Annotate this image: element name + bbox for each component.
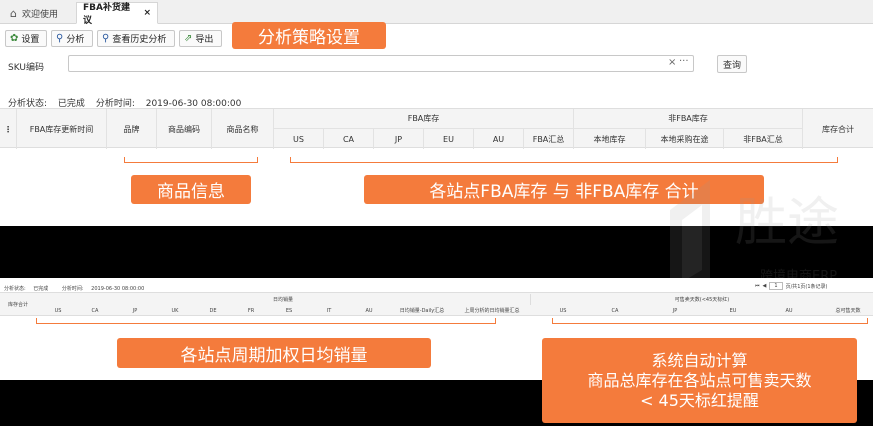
col-local-in-transit[interactable]: 本地采购在途 <box>646 129 724 149</box>
col-days-jp[interactable]: JP <box>660 305 690 316</box>
col-daily-total[interactable]: 日均销量-Daily汇总 <box>386 305 458 316</box>
query-button[interactable]: 查询 <box>717 55 747 73</box>
col-daily-jp[interactable]: JP <box>120 305 150 316</box>
col-daily-uk[interactable]: UK <box>160 305 190 316</box>
tab-bar: ⌂ 欢迎使用 FBA补货建议 × <box>0 0 873 26</box>
pager-text: 页/共1页(1条记录) <box>785 283 828 290</box>
more-icon[interactable]: ··· <box>679 56 689 67</box>
close-icon[interactable]: × <box>143 8 151 18</box>
sku-label: SKU编码 <box>8 63 44 73</box>
analyze-label: 分析 <box>66 35 85 45</box>
tab-home-label: 欢迎使用 <box>21 9 58 20</box>
history-button[interactable]: ⚲ 查看历史分析 <box>97 30 175 47</box>
tab-home[interactable]: ⌂ 欢迎使用 <box>4 2 74 24</box>
col-daily-us[interactable]: US <box>36 305 80 316</box>
pager: ⏮ ◀ 1 页/共1页(1条记录) <box>755 282 828 290</box>
export-icon: ⇗ <box>184 33 193 44</box>
search-icon: ⚲ <box>56 33 64 44</box>
history-label: 查看历史分析 <box>112 35 167 45</box>
col-days-us[interactable]: US <box>548 305 578 316</box>
tab-active-label: FBA补货建议 <box>83 3 130 26</box>
group-daily-sales: 日均销量 <box>272 297 293 303</box>
query-label: 查询 <box>722 60 741 71</box>
col-non-fba-total[interactable]: 非FBA汇总 <box>724 129 803 149</box>
col-days-au[interactable]: AU <box>774 305 804 316</box>
callout-product-info: 商品信息 <box>131 175 251 204</box>
col-fba-update-time[interactable]: FBA库存更新时间 <box>17 109 107 149</box>
settings-button[interactable]: ✿ 设置 <box>5 30 47 47</box>
col-daily-es[interactable]: ES <box>274 305 304 316</box>
brace-daily-sales <box>36 318 496 324</box>
col-daily-it[interactable]: IT <box>314 305 344 316</box>
col-days-total[interactable]: 总可售天数 <box>828 305 868 316</box>
col-fba-eu[interactable]: EU <box>424 129 474 149</box>
col-last-week-daily[interactable]: 上周分析的日均销量汇总 <box>456 305 528 316</box>
callout-auto-calc-3: < 45天标红提醒 <box>640 390 759 410</box>
callout-auto-calc-1: 系统自动计算 <box>651 350 748 370</box>
settings-label: 设置 <box>21 35 40 45</box>
col-fba-ca[interactable]: CA <box>324 129 374 149</box>
home-icon: ⌂ <box>10 6 17 20</box>
col-daily-de[interactable]: DE <box>198 305 228 316</box>
group-non-fba-stock: 非FBA库存 <box>574 109 803 129</box>
col-days-ca[interactable]: CA <box>600 305 630 316</box>
callout-auto-calc: 系统自动计算 商品总库存在各站点可售卖天数 < 45天标红提醒 <box>542 338 857 423</box>
col-fba-total[interactable]: FBA汇总 <box>524 129 574 149</box>
prev-page-icon[interactable]: ◀ <box>763 283 767 289</box>
bottom-status: 分析状态: 已完成 分析时间: 2019-06-30 08:00:00 <box>4 285 144 292</box>
callout-auto-calc-2: 商品总库存在各站点可售卖天数 <box>587 370 812 390</box>
callout-product-info-text: 商品信息 <box>157 182 225 202</box>
analyze-button[interactable]: ⚲ 分析 <box>51 30 93 47</box>
export-label: 导出 <box>195 35 214 45</box>
group-sellable-days: 可售卖天数(<45天标红) <box>530 294 873 305</box>
brace-sellable-days <box>552 318 868 324</box>
page-input[interactable]: 1 <box>769 282 783 290</box>
col-product-code[interactable]: 商品编码 <box>157 109 212 149</box>
search-icon: ⚲ <box>102 33 110 44</box>
col-fba-au[interactable]: AU <box>474 129 524 149</box>
group-fba-stock: FBA库存 <box>274 109 574 129</box>
tab-fba-replenishment[interactable]: FBA补货建议 × <box>76 2 158 26</box>
callout-strategy-text: 分析策略设置 <box>258 28 360 48</box>
callout-strategy: 分析策略设置 <box>232 22 386 49</box>
export-button[interactable]: ⇗ 导出 <box>179 30 222 47</box>
callout-daily-sales: 各站点周期加权日均销量 <box>117 338 431 368</box>
watermark-brand: 胜途 <box>735 193 839 253</box>
col-fba-jp[interactable]: JP <box>374 129 424 149</box>
col-product-name[interactable]: 商品名称 <box>212 109 274 149</box>
bottom-table-header: 库存合计 日均销量 US CA JP UK DE FR ES IT AU 日均销… <box>0 292 873 316</box>
table-header: ⋮ FBA库存更新时间 品牌 商品编码 商品名称 FBA库存 US CA JP … <box>0 108 873 149</box>
column-menu-icon[interactable]: ⋮ <box>0 109 17 149</box>
callout-daily-sales-text: 各站点周期加权日均销量 <box>180 345 368 366</box>
col-daily-fr[interactable]: FR <box>236 305 266 316</box>
col-daily-au[interactable]: AU <box>354 305 384 316</box>
col-daily-ca[interactable]: CA <box>80 305 110 316</box>
col-days-eu[interactable]: EU <box>718 305 748 316</box>
col-stock-total[interactable]: 库存合计 <box>803 109 873 149</box>
col-brand[interactable]: 品牌 <box>107 109 157 149</box>
brace-product-info <box>124 157 258 163</box>
col-local-stock[interactable]: 本地库存 <box>574 129 646 149</box>
col-fba-us[interactable]: US <box>274 129 324 149</box>
gear-icon: ✿ <box>10 33 19 44</box>
col-stock-total-2[interactable]: 库存合计 <box>0 299 36 310</box>
first-page-icon[interactable]: ⏮ <box>755 283 760 289</box>
sku-input[interactable] <box>68 55 694 72</box>
clear-icon[interactable]: × <box>668 57 676 68</box>
